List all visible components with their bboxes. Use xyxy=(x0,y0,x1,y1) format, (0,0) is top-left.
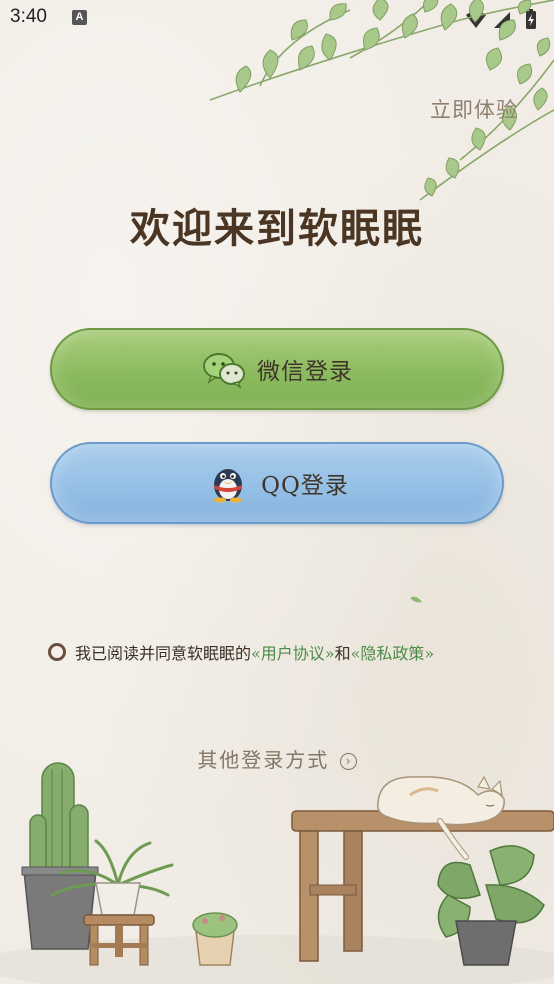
wechat-login-label: 微信登录 xyxy=(257,359,353,385)
wechat-icon xyxy=(203,353,245,389)
other-login-label: 其他登录方式 xyxy=(197,748,330,772)
agreement-row: 我已阅读并同意软眠眠的 «用户协议» 和 «隐私政策» xyxy=(48,638,528,666)
other-login-button[interactable]: 其他登录方式 › xyxy=(0,744,554,773)
signal-icon xyxy=(494,12,510,28)
skip-button[interactable]: 立即体验 xyxy=(430,94,518,124)
qq-login-label: QQ登录 xyxy=(261,473,349,499)
agreement-prefix: 我已阅读并同意软眠眠的 xyxy=(75,644,252,663)
qq-penguin-icon xyxy=(214,469,243,503)
wechat-login-button[interactable]: 微信登录 xyxy=(50,328,504,410)
user-agreement-link[interactable]: «用户协议» xyxy=(251,640,335,664)
notification-a-icon: A xyxy=(72,10,87,25)
page-title: 欢迎来到软眠眠 xyxy=(130,205,424,252)
privacy-policy-link[interactable]: «隐私政策» xyxy=(351,640,435,664)
agreement-checkbox[interactable] xyxy=(48,643,66,661)
system-status-icons xyxy=(466,9,536,29)
chevron-right-circle-icon: › xyxy=(339,753,357,770)
status-time: 3:40 xyxy=(10,6,47,27)
agreement-conjunction: 和 xyxy=(334,644,351,663)
wifi-icon xyxy=(466,11,486,28)
qq-login-button[interactable]: QQ登录 xyxy=(50,442,504,524)
status-bar: 3:40 A xyxy=(0,0,554,36)
battery-icon xyxy=(526,9,536,29)
